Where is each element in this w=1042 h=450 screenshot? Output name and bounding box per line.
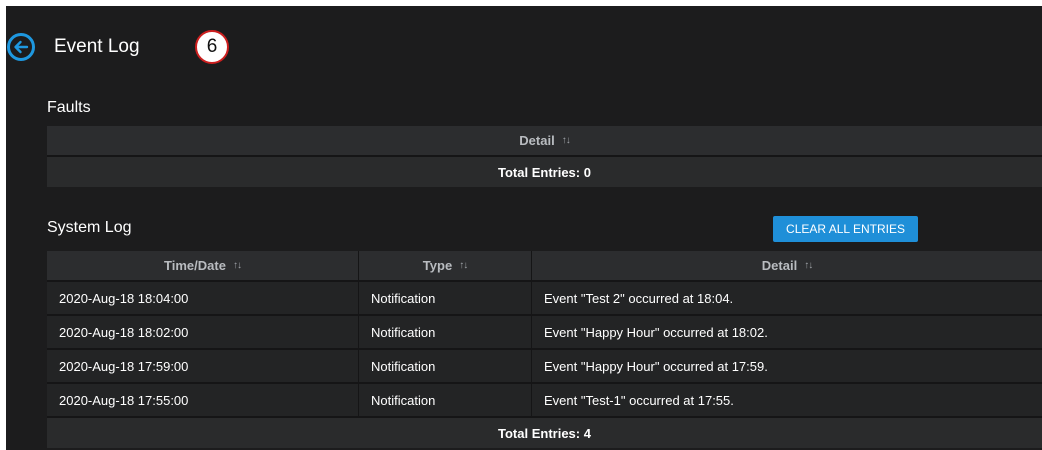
system-log-header-row: Time/Date ↑↓ Type ↑↓ Detail ↑↓ <box>47 251 1042 282</box>
sort-icon: ↑↓ <box>232 260 242 271</box>
event-log-page: Event Log 6 Faults Detail ↑↓ Total Entri… <box>6 6 1042 450</box>
time-date-cell: 2020-Aug-18 17:59:00 <box>47 350 359 382</box>
time-date-cell: 2020-Aug-18 17:55:00 <box>47 384 359 416</box>
table-row[interactable]: 2020-Aug-18 17:55:00 Notification Event … <box>47 384 1042 418</box>
column-header-detail[interactable]: Detail ↑↓ <box>47 126 1042 155</box>
column-header-time-date[interactable]: Time/Date ↑↓ <box>47 251 359 280</box>
table-row[interactable]: 2020-Aug-18 17:59:00 Notification Event … <box>47 350 1042 384</box>
back-button[interactable] <box>7 33 35 61</box>
table-row[interactable]: 2020-Aug-18 18:02:00 Notification Event … <box>47 316 1042 350</box>
detail-cell: Event "Happy Hour" occurred at 18:02. <box>544 324 768 340</box>
detail-cell: Event "Test-1" occurred at 17:55. <box>544 392 734 408</box>
column-header-detail[interactable]: Detail ↑↓ <box>532 251 1042 280</box>
type-cell: Notification <box>359 316 532 348</box>
column-header-type[interactable]: Type ↑↓ <box>359 251 532 280</box>
step-badge: 6 <box>195 30 229 64</box>
page-title: Event Log <box>54 36 140 57</box>
arrow-left-icon <box>14 40 29 54</box>
time-date-cell: 2020-Aug-18 18:02:00 <box>47 316 359 348</box>
detail-cell: Event "Test 2" occurred at 18:04. <box>544 290 734 306</box>
table-row[interactable]: 2020-Aug-18 18:04:00 Notification Event … <box>47 282 1042 316</box>
system-log-title: System Log <box>47 219 132 236</box>
column-header-label: Detail <box>761 258 798 273</box>
system-log-total-entries: Total Entries: 4 <box>47 418 1042 448</box>
faults-table: Detail ↑↓ Total Entries: 0 <box>47 126 1042 187</box>
sort-icon: ↑↓ <box>804 260 813 271</box>
type-cell: Notification <box>359 282 532 314</box>
time-date-cell: 2020-Aug-18 18:04:00 <box>47 282 359 314</box>
clear-all-entries-button[interactable]: CLEAR ALL ENTRIES <box>773 216 918 242</box>
system-log-table: Time/Date ↑↓ Type ↑↓ Detail ↑↓ 2020-Aug-… <box>47 251 1042 448</box>
type-cell: Notification <box>359 384 532 416</box>
column-header-label: Time/Date <box>164 258 226 273</box>
detail-cell: Event "Happy Hour" occurred at 17:59. <box>544 358 768 374</box>
faults-total-entries: Total Entries: 0 <box>47 157 1042 187</box>
faults-title: Faults <box>47 99 91 116</box>
faults-header-row: Detail ↑↓ <box>47 126 1042 157</box>
column-header-label: Type <box>422 258 453 273</box>
column-header-label: Detail <box>519 133 555 148</box>
sort-icon: ↑↓ <box>561 135 571 146</box>
type-cell: Notification <box>359 350 532 382</box>
sort-icon: ↑↓ <box>459 260 468 271</box>
